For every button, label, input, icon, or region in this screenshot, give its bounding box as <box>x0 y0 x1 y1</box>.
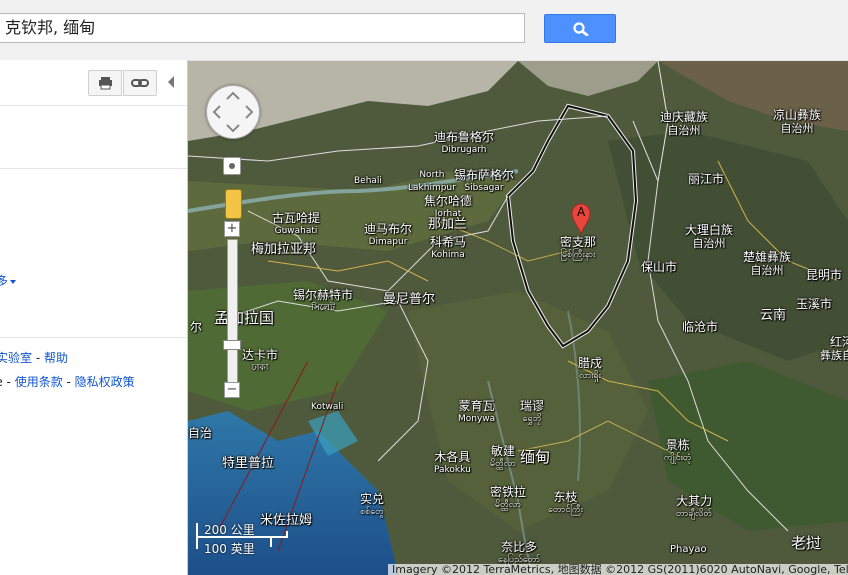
label-north-lakhimpur: North Lakhimpur <box>408 170 456 193</box>
label-sittwe: 实兑 စစ်တွေ <box>360 492 385 518</box>
label-nagaland: 那加兰 <box>428 217 468 232</box>
map-canvas[interactable]: 迪布鲁格尔 Dibrugarh 锡布萨格尔 Sibsagar North Lakhim… <box>188 61 848 575</box>
label-mandalay: 敏建 မိတ္ထီလာ <box>490 444 517 470</box>
help-link[interactable]: 帮助 <box>44 351 68 365</box>
search-icon <box>573 22 589 36</box>
label-sylhet: 锡尔赫特市 সিলেট <box>293 288 354 314</box>
pegman-icon[interactable] <box>225 189 242 219</box>
label-monywa: 蒙育瓦 Monywa <box>458 399 496 425</box>
label-lashio: 腊戍 လားရှိုး <box>578 356 603 382</box>
privacy-link[interactable]: 隐私权政策 <box>75 375 135 389</box>
print-button[interactable] <box>88 70 122 96</box>
google-fragment: le - <box>0 375 11 389</box>
label-myanmar: 缅甸 <box>520 448 551 466</box>
divider <box>0 168 187 169</box>
label-dali: 大理白族 自治州 <box>685 223 734 251</box>
map-attribution: Imagery ©2012 TerraMetrics, 地图数据 ©2012 G… <box>388 564 848 575</box>
link-button[interactable] <box>123 70 157 96</box>
more-dropdown[interactable]: 多 <box>0 272 17 289</box>
label-yuxi: 玉溪市 <box>796 297 833 311</box>
divider <box>0 105 187 106</box>
label-meghalaya: 梅加拉亚邦 <box>251 242 317 257</box>
label-yunnan: 云南 <box>760 308 787 323</box>
divider <box>0 337 187 338</box>
label-jingdong: 景栋 ကျိုင်းတုံ <box>664 438 692 464</box>
search-input[interactable]: 克钦邦, 缅甸 <box>0 13 525 43</box>
label-laos: 老挝 <box>791 534 822 552</box>
scale-mi: 100 英里 <box>204 542 255 556</box>
label-tachileik: 大其力 တာချီလိတ် <box>676 494 713 520</box>
footer-links-2: le - 使用条款 - 隐私权政策 <box>0 373 135 390</box>
label-dimapur: 迪马布尔 Dimapur <box>364 222 413 248</box>
label-honghe: 红河彝族自治 <box>820 335 848 363</box>
pan-control[interactable] <box>206 85 260 139</box>
zoom-out-button[interactable]: − <box>224 382 240 398</box>
search-bar: 克钦邦, 缅甸 <box>0 0 848 61</box>
label-bangladesh: 孟加拉国 <box>214 309 275 327</box>
label-kohima: 科希马 Kohima <box>430 235 467 261</box>
chevron-down-icon <box>10 279 17 284</box>
marker-letter: A <box>577 205 586 219</box>
labs-link[interactable]: 实验室 <box>0 351 32 365</box>
label-liangshan: 凉山彝族 自治州 <box>773 108 822 136</box>
reset-view-button[interactable] <box>223 157 241 175</box>
label-lijiang: 丽江市 <box>688 172 725 186</box>
pan-arrows-icon <box>212 91 254 133</box>
terms-link[interactable]: 使用条款 <box>15 375 63 389</box>
label-sibsagar: 锡布萨格尔 Sibsagar <box>454 168 515 194</box>
link-icon <box>131 79 149 87</box>
footer-links-1: 实验室 - 帮助 <box>0 349 68 366</box>
label-phayao: Phayao <box>670 544 707 555</box>
print-icon <box>99 77 112 90</box>
label-chuxiong: 楚雄彝族 自治州 <box>743 250 792 278</box>
zoom-handle[interactable] <box>223 340 241 350</box>
label-kotwali: Kotwali <box>311 402 344 412</box>
separator: - <box>62 375 75 389</box>
search-button[interactable] <box>544 14 616 43</box>
label-diqing: 迪庆藏族 自治州 <box>660 110 709 138</box>
side-panel: 多 实验室 - 帮助 le - 使用条款 - 隐私权政策 <box>0 60 188 575</box>
label-guwahati: 古瓦哈提 Guwahati <box>272 211 321 237</box>
label-lincang: 临沧市 <box>682 320 719 334</box>
label-baoshan: 保山市 <box>641 260 678 274</box>
label-dibrugarh: 迪布鲁格尔 Dibrugarh <box>434 130 495 156</box>
label-pakokku: 木各具 Pakokku <box>434 450 471 476</box>
zoom-slider[interactable] <box>227 239 238 391</box>
label-shwebo: 瑞谬 ရွှေဘို <box>520 399 545 425</box>
label-jhal: 自治 <box>188 426 213 440</box>
label-manipur: 曼尼普尔 <box>383 292 436 307</box>
scale-km: 200 公里 <box>204 523 255 537</box>
separator: - <box>32 351 44 365</box>
location-marker[interactable]: A <box>571 203 591 238</box>
label-dhaka: 达卡市 ঢাকা <box>242 348 279 374</box>
label-behali: Behali <box>354 176 382 186</box>
scale-bar: 200 公里 100 英里 <box>195 521 290 556</box>
more-label: 多 <box>0 274 9 288</box>
label-taunggyi: 东枝 တောင်ကြီး <box>548 490 583 516</box>
label-meiktila: 密铁拉 မိတ္ထီလာ <box>490 485 527 511</box>
collapse-panel-icon[interactable] <box>168 76 174 88</box>
label-kunming: 昆明市 <box>806 268 843 282</box>
label-izal: 尔 <box>190 320 203 334</box>
zoom-in-button[interactable]: + <box>224 221 240 237</box>
label-tripura: 特里普拉 <box>222 456 275 471</box>
label-myitkyina: 密支那 မြစ်ကြီးနား <box>560 235 597 261</box>
